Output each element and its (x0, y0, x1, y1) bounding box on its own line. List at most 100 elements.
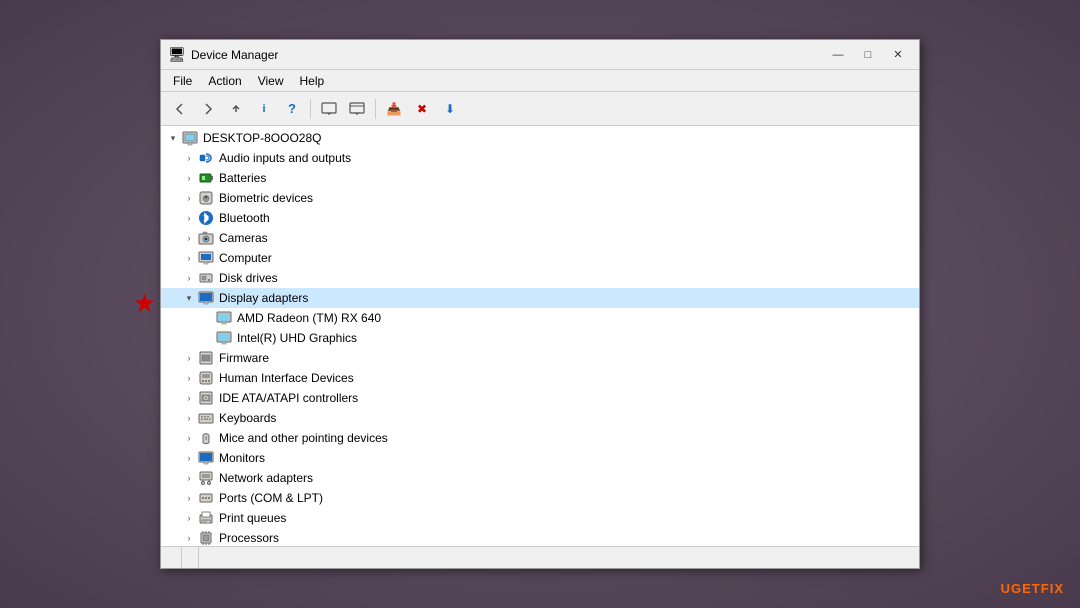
status-bar (161, 546, 919, 568)
properties-button[interactable]: i (251, 96, 277, 122)
help-button[interactable]: ? (279, 96, 305, 122)
tree-item-cameras[interactable]: › Cameras (161, 228, 919, 248)
firmware-icon (197, 349, 215, 367)
audio-expand[interactable]: › (181, 150, 197, 166)
tree-item-ide[interactable]: › IDE ATA/ATAPI controllers (161, 388, 919, 408)
cameras-expand[interactable]: › (181, 230, 197, 246)
watermark: UGETFIX (1001, 581, 1064, 596)
toolbar-separator-2 (375, 99, 376, 119)
device-manager-window: ★ 🖥 Device Manager — □ ✕ File Action Vie… (160, 39, 920, 569)
mice-label: Mice and other pointing devices (219, 431, 388, 445)
tree-item-network[interactable]: › Network adapters (161, 468, 919, 488)
print-icon (197, 509, 215, 527)
network-icon (197, 469, 215, 487)
keyboards-expand[interactable]: › (181, 410, 197, 426)
root-expand[interactable]: ▾ (165, 130, 181, 146)
tree-item-batteries[interactable]: › Batteries (161, 168, 919, 188)
firmware-expand[interactable]: › (181, 350, 197, 366)
menu-file[interactable]: File (165, 72, 200, 90)
audio-icon (197, 149, 215, 167)
up-button[interactable] (223, 96, 249, 122)
tree-item-ports[interactable]: › Ports (COM & LPT) (161, 488, 919, 508)
scan-button[interactable] (344, 96, 370, 122)
root-item[interactable]: ▾ DESKTOP-8OOO28Q (161, 128, 919, 148)
biometric-icon (197, 189, 215, 207)
hid-label: Human Interface Devices (219, 371, 354, 385)
ide-expand[interactable]: › (181, 390, 197, 406)
amd-icon (215, 309, 233, 327)
batteries-icon (197, 169, 215, 187)
display-icon (197, 289, 215, 307)
tree-item-processors[interactable]: › Processors (161, 528, 919, 546)
annotation-star: ★ (133, 288, 156, 319)
processors-expand[interactable]: › (181, 530, 197, 546)
menu-action[interactable]: Action (200, 72, 249, 90)
root-icon (181, 129, 199, 147)
computer-button[interactable] (316, 96, 342, 122)
disk-icon (197, 269, 215, 287)
network-expand[interactable]: › (181, 470, 197, 486)
update-driver-button[interactable]: ⬇ (437, 96, 463, 122)
biometric-expand[interactable]: › (181, 190, 197, 206)
window-controls: — □ ✕ (825, 45, 911, 65)
ports-icon (197, 489, 215, 507)
forward-button[interactable] (195, 96, 221, 122)
print-expand[interactable]: › (181, 510, 197, 526)
display-expand[interactable]: ▾ (181, 290, 197, 306)
bluetooth-icon (197, 209, 215, 227)
intel-icon (215, 329, 233, 347)
maximize-button[interactable]: □ (855, 45, 881, 65)
watermark-text: UGETFIX (1001, 581, 1064, 596)
mice-expand[interactable]: › (181, 430, 197, 446)
keyboards-icon (197, 409, 215, 427)
back-button[interactable] (167, 96, 193, 122)
hid-expand[interactable]: › (181, 370, 197, 386)
device-tree[interactable]: ▾ DESKTOP-8OOO28Q › (161, 126, 919, 546)
tree-item-keyboards[interactable]: › Keyboards (161, 408, 919, 428)
add-hardware-button[interactable]: 📥 (381, 96, 407, 122)
tree-item-computer[interactable]: › Computer (161, 248, 919, 268)
disk-expand[interactable]: › (181, 270, 197, 286)
status-panel-2 (182, 547, 199, 568)
tree-item-display[interactable]: ▾ Display adapters (161, 288, 919, 308)
monitors-icon (197, 449, 215, 467)
batteries-label: Batteries (219, 171, 266, 185)
cameras-icon (197, 229, 215, 247)
cameras-label: Cameras (219, 231, 268, 245)
tree-item-audio[interactable]: › Audio inputs and outputs (161, 148, 919, 168)
computer-label: Computer (219, 251, 272, 265)
tree-item-firmware[interactable]: › Firmware (161, 348, 919, 368)
processors-label: Processors (219, 531, 279, 545)
tree-item-mice[interactable]: › Mice and other pointing devices (161, 428, 919, 448)
close-button[interactable]: ✕ (885, 45, 911, 65)
mice-icon (197, 429, 215, 447)
tree-item-biometric[interactable]: › Biometric devices (161, 188, 919, 208)
monitors-expand[interactable]: › (181, 450, 197, 466)
firmware-label: Firmware (219, 351, 269, 365)
tree-item-disk[interactable]: › Disk drives (161, 268, 919, 288)
toolbar: i ? 📥 ✖ ⬇ (161, 92, 919, 126)
ports-expand[interactable]: › (181, 490, 197, 506)
tree-item-amd[interactable]: AMD Radeon (TM) RX 640 (161, 308, 919, 328)
tree-item-monitors[interactable]: › Monitors (161, 448, 919, 468)
hid-icon (197, 369, 215, 387)
ports-label: Ports (COM & LPT) (219, 491, 323, 505)
batteries-expand[interactable]: › (181, 170, 197, 186)
processors-icon (197, 529, 215, 546)
tree-item-print[interactable]: › Print queues (161, 508, 919, 528)
content-area: ▾ DESKTOP-8OOO28Q › (161, 126, 919, 546)
window-title: Device Manager (191, 48, 278, 62)
tree-item-intel[interactable]: Intel(R) UHD Graphics (161, 328, 919, 348)
display-label: Display adapters (219, 291, 308, 305)
computer-expand[interactable]: › (181, 250, 197, 266)
uninstall-button[interactable]: ✖ (409, 96, 435, 122)
toolbar-separator-1 (310, 99, 311, 119)
tree-item-hid[interactable]: › Human Interface Devices (161, 368, 919, 388)
minimize-button[interactable]: — (825, 45, 851, 65)
computer-icon (197, 249, 215, 267)
menu-view[interactable]: View (250, 72, 292, 90)
bluetooth-label: Bluetooth (219, 211, 270, 225)
bluetooth-expand[interactable]: › (181, 210, 197, 226)
menu-help[interactable]: Help (292, 72, 333, 90)
tree-item-bluetooth[interactable]: › Bluetooth (161, 208, 919, 228)
